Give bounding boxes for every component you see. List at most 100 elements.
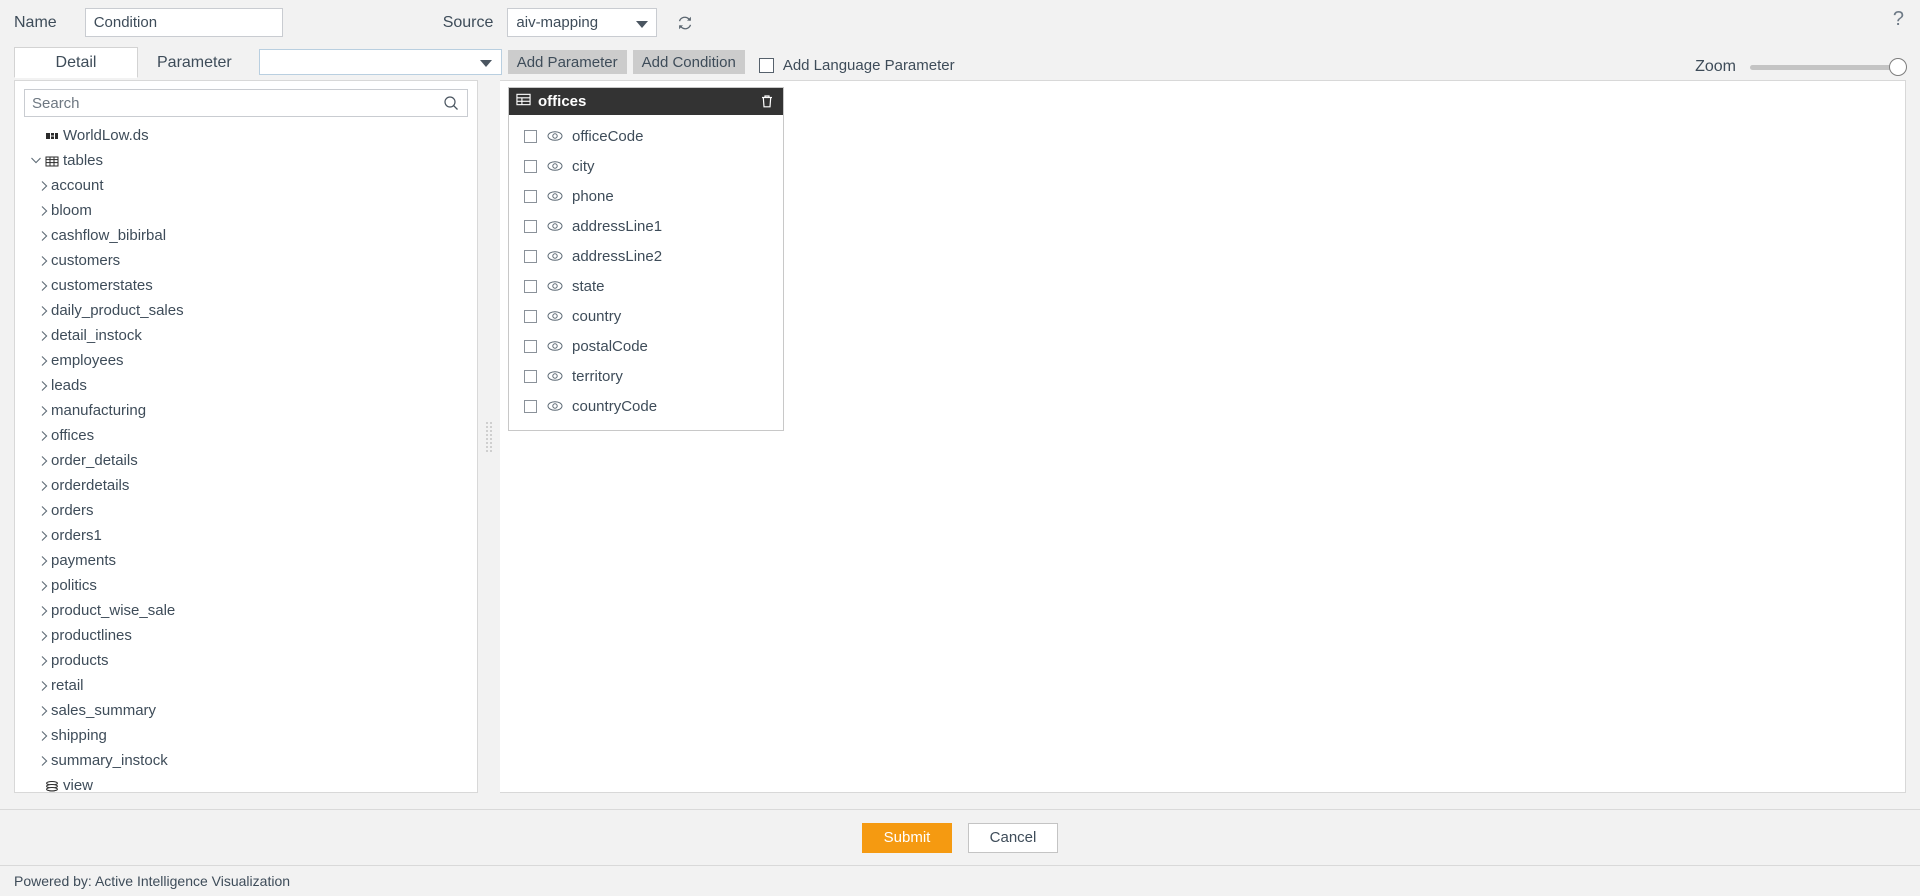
- chevron-right-icon[interactable]: [37, 730, 51, 742]
- tab-detail[interactable]: Detail: [14, 47, 138, 78]
- tree-node-detail-instock[interactable]: detail_instock: [15, 323, 477, 348]
- tree-node-leads[interactable]: leads: [15, 373, 477, 398]
- tree-node-payments[interactable]: payments: [15, 548, 477, 573]
- eye-icon[interactable]: [547, 399, 563, 413]
- table-field-row[interactable]: officeCode: [509, 121, 783, 151]
- tree-node-orderdetails[interactable]: orderdetails: [15, 473, 477, 498]
- chevron-right-icon[interactable]: [37, 255, 51, 267]
- zoom-slider-handle[interactable]: [1889, 58, 1907, 76]
- chevron-right-icon[interactable]: [37, 580, 51, 592]
- zoom-slider-track[interactable]: [1750, 58, 1907, 76]
- source-select[interactable]: aiv-mapping: [507, 8, 658, 37]
- tree-node-account[interactable]: account: [15, 173, 477, 198]
- tree-node-employees[interactable]: employees: [15, 348, 477, 373]
- trash-icon[interactable]: [759, 93, 775, 110]
- field-checkbox[interactable]: [524, 249, 537, 263]
- field-checkbox[interactable]: [524, 219, 537, 233]
- tree-node-view[interactable]: view: [15, 773, 477, 792]
- eye-icon[interactable]: [547, 159, 563, 173]
- table-field-row[interactable]: country: [509, 301, 783, 331]
- tree-node-summary-instock[interactable]: summary_instock: [15, 748, 477, 773]
- tree-node-manufacturing[interactable]: manufacturing: [15, 398, 477, 423]
- tree-node-worldlow-ds[interactable]: WorldLow.ds: [15, 123, 477, 148]
- chevron-right-icon[interactable]: [37, 530, 51, 542]
- tree-node-daily-product-sales[interactable]: daily_product_sales: [15, 298, 477, 323]
- chevron-right-icon[interactable]: [37, 480, 51, 492]
- table-card-header[interactable]: offices: [509, 88, 783, 115]
- chevron-right-icon[interactable]: [37, 680, 51, 692]
- eye-icon[interactable]: [547, 219, 563, 233]
- tree-node-sales-summary[interactable]: sales_summary: [15, 698, 477, 723]
- search-icon[interactable]: [443, 95, 467, 111]
- chevron-right-icon[interactable]: [37, 705, 51, 717]
- table-field-row[interactable]: addressLine1: [509, 211, 783, 241]
- chevron-right-icon[interactable]: [37, 455, 51, 467]
- refresh-icon[interactable]: [673, 11, 697, 35]
- table-card-offices[interactable]: offices officeCode city phone addressLine1 a…: [508, 87, 784, 431]
- eye-icon[interactable]: [547, 189, 563, 203]
- tree-node-shipping[interactable]: shipping: [15, 723, 477, 748]
- chevron-right-icon[interactable]: [37, 380, 51, 392]
- tree-node-retail[interactable]: retail: [15, 673, 477, 698]
- field-checkbox[interactable]: [524, 189, 537, 203]
- tree-node-cashflow-bibirbal[interactable]: cashflow_bibirbal: [15, 223, 477, 248]
- name-input[interactable]: [84, 8, 283, 37]
- chevron-right-icon[interactable]: [37, 205, 51, 217]
- table-field-row[interactable]: countryCode: [509, 391, 783, 421]
- tree-node-orders1[interactable]: orders1: [15, 523, 477, 548]
- search-input[interactable]: [25, 94, 443, 112]
- chevron-right-icon[interactable]: [37, 305, 51, 317]
- tree-node-bloom[interactable]: bloom: [15, 198, 477, 223]
- table-field-row[interactable]: state: [509, 271, 783, 301]
- chevron-right-icon[interactable]: [37, 355, 51, 367]
- eye-icon[interactable]: [547, 279, 563, 293]
- tree-list[interactable]: WorldLow.ds tables account bloom cashflow_bi…: [15, 117, 477, 792]
- eye-icon[interactable]: [547, 249, 563, 263]
- chevron-down-icon[interactable]: [29, 155, 43, 166]
- panel-splitter[interactable]: [478, 80, 500, 793]
- eye-icon[interactable]: [547, 309, 563, 323]
- chevron-right-icon[interactable]: [37, 755, 51, 767]
- tree-node-offices[interactable]: offices: [15, 423, 477, 448]
- eye-icon[interactable]: [547, 369, 563, 383]
- add-language-parameter-checkbox[interactable]: [758, 58, 774, 73]
- field-checkbox[interactable]: [524, 279, 537, 293]
- field-checkbox[interactable]: [524, 309, 537, 323]
- tree-node-customers[interactable]: customers: [15, 248, 477, 273]
- eye-icon[interactable]: [547, 129, 563, 143]
- chevron-right-icon[interactable]: [37, 180, 51, 192]
- chevron-right-icon[interactable]: [37, 630, 51, 642]
- table-field-row[interactable]: addressLine2: [509, 241, 783, 271]
- chevron-right-icon[interactable]: [37, 330, 51, 342]
- add-condition-button[interactable]: Add Condition: [632, 50, 745, 74]
- chevron-right-icon[interactable]: [37, 505, 51, 517]
- chevron-right-icon[interactable]: [37, 405, 51, 417]
- tree-node-product-wise-sale[interactable]: product_wise_sale: [15, 598, 477, 623]
- chevron-right-icon[interactable]: [37, 230, 51, 242]
- field-checkbox[interactable]: [524, 399, 537, 413]
- tree-node-productlines[interactable]: productlines: [15, 623, 477, 648]
- chevron-right-icon[interactable]: [37, 655, 51, 667]
- field-checkbox[interactable]: [524, 369, 537, 383]
- submit-button[interactable]: Submit: [862, 822, 952, 853]
- tree-node-customerstates[interactable]: customerstates: [15, 273, 477, 298]
- table-field-row[interactable]: territory: [509, 361, 783, 391]
- field-checkbox[interactable]: [524, 159, 537, 173]
- chevron-right-icon[interactable]: [37, 555, 51, 567]
- chevron-right-icon[interactable]: [37, 430, 51, 442]
- tree-node-tables[interactable]: tables: [15, 148, 477, 173]
- add-parameter-button[interactable]: Add Parameter: [507, 50, 627, 74]
- parameter-select[interactable]: [258, 49, 502, 75]
- cancel-button[interactable]: Cancel: [968, 822, 1058, 853]
- tree-node-orders[interactable]: orders: [15, 498, 477, 523]
- field-checkbox[interactable]: [524, 129, 537, 143]
- tree-node-order-details[interactable]: order_details: [15, 448, 477, 473]
- field-checkbox[interactable]: [524, 339, 537, 353]
- table-field-row[interactable]: postalCode: [509, 331, 783, 361]
- tree-node-products[interactable]: products: [15, 648, 477, 673]
- design-canvas[interactable]: offices officeCode city phone addressLine1 a…: [500, 80, 1906, 793]
- table-field-row[interactable]: city: [509, 151, 783, 181]
- chevron-right-icon[interactable]: [37, 280, 51, 292]
- chevron-right-icon[interactable]: [37, 605, 51, 617]
- help-icon[interactable]: ?: [1893, 9, 1904, 29]
